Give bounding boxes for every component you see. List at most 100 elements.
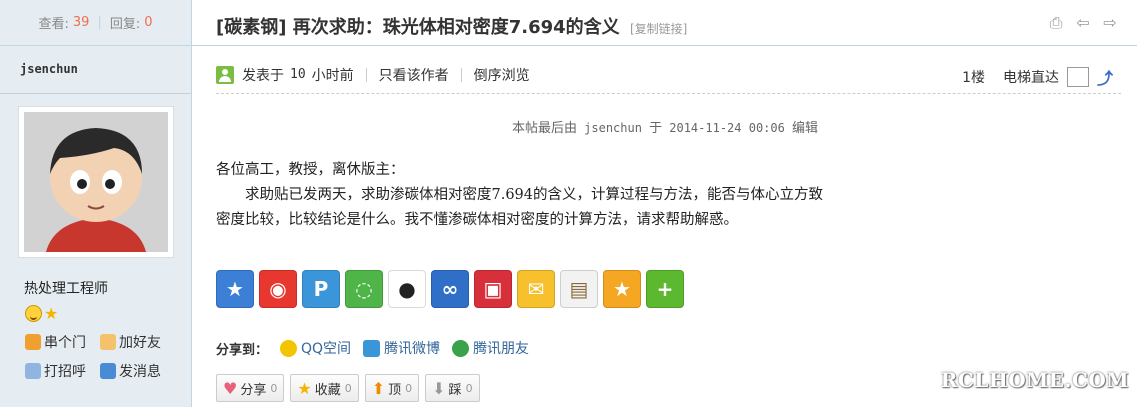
- meta-divider: [460, 67, 462, 82]
- views-count: 39: [72, 15, 90, 30]
- reverse-order-link[interactable]: 倒序浏览: [474, 65, 530, 85]
- add-friend-link[interactable]: 加好友: [100, 332, 175, 352]
- visit-link[interactable]: 串个门: [25, 332, 100, 352]
- downvote-button[interactable]: ⬇ 踩 0: [425, 374, 480, 402]
- tencent-weibo-link[interactable]: 腾讯微博: [363, 338, 440, 358]
- avatar[interactable]: [18, 106, 174, 258]
- downvote-button-label: 踩: [448, 382, 462, 398]
- views-label: 查看:: [38, 17, 69, 32]
- edit-datetime: 2014-11-24 00:06: [669, 121, 785, 135]
- arrow-up-icon: ⬆: [371, 378, 386, 398]
- arrow-down-icon: ⬇: [432, 378, 446, 398]
- author-divider: [0, 93, 191, 94]
- favorite-count: 0: [344, 381, 352, 395]
- home-icon: [25, 334, 41, 350]
- title-tools: ⎙ ⇦ ⇨: [1047, 14, 1119, 32]
- posted-suffix: 小时前: [311, 67, 354, 84]
- posted-num: 10: [290, 67, 306, 82]
- tencent-weibo-small-icon: [363, 339, 381, 357]
- post-actions: ♥ 分享 0 ★ 收藏 0 ⬆ 顶 0 ⬇ 踩 0: [216, 374, 480, 402]
- meta-divider: [365, 67, 367, 82]
- post-main: [碳素钢] 再次求助：珠光体相对密度7.694的含义 [复制链接] ⎙ ⇦ ⇨ …: [192, 0, 1137, 407]
- share-to-label: 分享到：: [216, 342, 269, 358]
- edit-suffix: 编辑: [791, 121, 818, 136]
- author-sidebar: 查看: 39 | 回复: 0 jsenchun 热处理工程师 ★ 串个门 加好友…: [0, 0, 192, 407]
- clover-icon: [452, 339, 470, 357]
- favorite-button-label: 收藏: [314, 382, 341, 398]
- upvote-button[interactable]: ⬆ 顶 0: [364, 374, 420, 402]
- page-title: [碳素钢] 再次求助：珠光体相对密度7.694的含义 [复制链接]: [216, 13, 687, 39]
- renren-icon[interactable]: ∞: [431, 270, 469, 308]
- visit-label: 串个门: [44, 335, 86, 351]
- share-icon-row: ★ ◉ P ◌ ● ∞ ▣ ✉ ▤ ★ +: [216, 270, 684, 308]
- favorite-star-icon[interactable]: ★: [216, 270, 254, 308]
- stats-divider: |: [97, 15, 102, 30]
- floor-number: 1楼: [962, 70, 985, 86]
- posted-prefix: 发表于: [242, 67, 284, 84]
- title-bar: [碳素钢] 再次求助：珠光体相对密度7.694的含义 [复制链接] ⎙ ⇦ ⇨: [192, 0, 1137, 46]
- prev-thread-icon[interactable]: ⇦: [1074, 14, 1092, 32]
- clipboard-icon[interactable]: ▤: [560, 270, 598, 308]
- share-to: 分享到： QQ空间 腾讯微博 腾讯朋友: [216, 338, 541, 358]
- kaixin-icon[interactable]: ▣: [474, 270, 512, 308]
- replies-count: 0: [144, 15, 153, 30]
- author-info: jsenchun 热处理工程师 ★ 串个门 加好友 打招呼 发消息: [0, 46, 191, 407]
- post-content: 各位高工，教授，离休版主： 求助贴已发两天，求助渗碳体相对密度7.694的含义，…: [216, 158, 826, 233]
- chat-bubble-icon: [25, 363, 41, 379]
- online-user-icon: [216, 65, 234, 84]
- envelope-icon: [100, 363, 116, 379]
- mail-icon[interactable]: ✉: [517, 270, 555, 308]
- tencent-weibo-label: 腾讯微博: [384, 341, 441, 357]
- add-friend-label: 加好友: [119, 335, 161, 351]
- qq-icon[interactable]: ●: [388, 270, 426, 308]
- qzone-label: QQ空间: [301, 341, 352, 357]
- upvote-button-label: 顶: [388, 382, 402, 398]
- edit-user: jsenchun: [584, 121, 642, 135]
- content-body: 求助贴已发两天，求助渗碳体相对密度7.694的含义，计算过程与方法，能否与体心立…: [216, 187, 824, 228]
- tencent-friend-label: 腾讯朋友: [473, 341, 530, 357]
- rank-icons: ★: [25, 305, 61, 322]
- jump-icon[interactable]: ⤴: [1097, 65, 1113, 89]
- tencent-weibo-icon[interactable]: P: [302, 270, 340, 308]
- upvote-count: 0: [405, 381, 413, 395]
- avatar-image: [24, 112, 168, 252]
- message-label: 发消息: [119, 364, 161, 380]
- share-count: 0: [270, 381, 278, 395]
- greet-link[interactable]: 打招呼: [25, 361, 100, 381]
- downvote-count: 0: [465, 381, 473, 395]
- qzone-link[interactable]: QQ空间: [280, 338, 351, 358]
- replies-label: 回复:: [109, 17, 141, 32]
- user-title: 热处理工程师: [24, 281, 108, 297]
- next-thread-icon[interactable]: ⇨: [1101, 14, 1119, 32]
- bookmark-star-icon[interactable]: ★: [603, 270, 641, 308]
- print-icon[interactable]: ⎙: [1047, 14, 1065, 32]
- edit-prefix: 本帖最后由: [512, 121, 578, 136]
- share-button[interactable]: ♥ 分享 0: [216, 374, 285, 402]
- more-plus-icon[interactable]: +: [646, 270, 684, 308]
- heart-icon: ♥: [223, 378, 238, 398]
- tencent-friend-link[interactable]: 腾讯朋友: [452, 338, 529, 358]
- edit-mid: 于: [649, 121, 663, 136]
- floor-input[interactable]: [1066, 67, 1089, 87]
- weibo-icon[interactable]: ◉: [259, 270, 297, 308]
- floor-nav: 1楼 电梯直达 ⤴: [962, 65, 1113, 89]
- author-name[interactable]: jsenchun: [20, 62, 78, 76]
- edit-notice: 本帖最后由 jsenchun 于 2014-11-24 00:06 编辑: [512, 117, 818, 136]
- favorite-button[interactable]: ★ 收藏 0: [290, 374, 359, 402]
- copy-link[interactable]: [复制链接]: [630, 22, 687, 36]
- post-meta: 发表于 10 小时前 只看该作者 倒序浏览 1楼 电梯直达 ⤴: [216, 56, 1121, 94]
- star-icon: ★: [44, 304, 59, 323]
- smiley-icon: [25, 305, 42, 322]
- greet-label: 打招呼: [44, 364, 86, 380]
- message-link[interactable]: 发消息: [100, 361, 175, 381]
- content-greeting: 各位高工，教授，离休版主：: [216, 162, 405, 178]
- elevator-label: 电梯直达: [1002, 70, 1059, 86]
- handshake-icon: [100, 334, 116, 350]
- thread-stats: 查看: 39 | 回复: 0: [0, 0, 191, 46]
- star-icon: ★: [297, 378, 312, 398]
- category-link[interactable]: [碳素钢]: [216, 17, 286, 38]
- thread-title: 再次求助：珠光体相对密度7.694的含义: [292, 17, 620, 38]
- only-author-link[interactable]: 只看该作者: [379, 65, 449, 85]
- wechat-icon[interactable]: ◌: [345, 270, 383, 308]
- share-button-label: 分享: [240, 382, 267, 398]
